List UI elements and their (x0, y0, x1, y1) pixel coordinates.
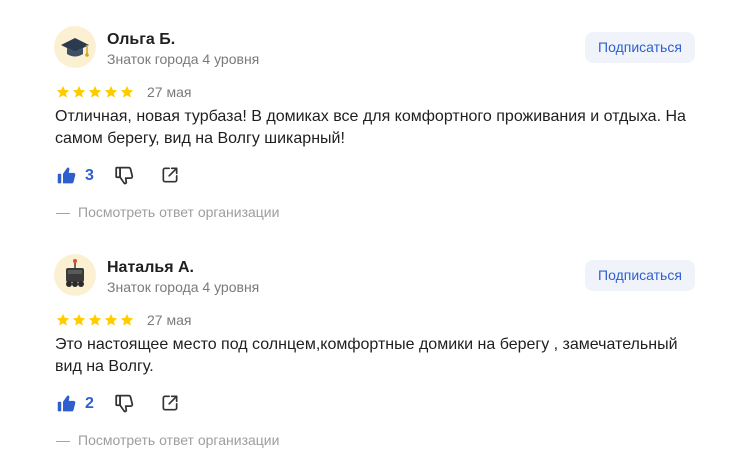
share-icon (162, 167, 178, 183)
star-icon (72, 85, 86, 98)
star-icon (56, 85, 70, 98)
org-reply-label: Посмотреть ответ организации (78, 204, 280, 220)
star-icon (120, 85, 134, 98)
star-icon (104, 313, 118, 326)
subscribe-button[interactable]: Подписаться (585, 260, 695, 291)
review-text: Отличная, новая турбаза! В домиках все д… (55, 108, 686, 147)
like-button[interactable]: 3 (56, 165, 94, 186)
review-text: Это настоящее место под солнцем,комфортн… (55, 336, 678, 375)
author-name[interactable]: Наталья А. (107, 259, 194, 277)
share-button[interactable] (160, 393, 180, 418)
dislike-button[interactable] (114, 393, 135, 419)
dislike-button[interactable] (114, 165, 135, 191)
rating-stars (56, 313, 134, 327)
delivery-robot-icon (66, 259, 84, 287)
review-date: 27 мая (147, 312, 192, 328)
review-date: 27 мая (147, 84, 192, 100)
star-icon (72, 313, 86, 326)
like-count: 3 (85, 166, 94, 184)
like-button[interactable]: 2 (56, 393, 94, 414)
star-icon (120, 313, 134, 326)
subscribe-button[interactable]: Подписаться (585, 32, 695, 63)
share-icon (162, 395, 178, 411)
thumbs-up-icon (57, 395, 76, 412)
org-reply-dash: — (56, 432, 70, 448)
author-level: Знаток города 4 уровня (107, 51, 260, 67)
thumbs-up-icon (57, 167, 76, 184)
avatar[interactable] (54, 26, 96, 68)
graduation-cap-icon (61, 38, 89, 57)
thumbs-down-icon (115, 394, 134, 413)
org-reply-label: Посмотреть ответ организации (78, 432, 280, 448)
star-icon (104, 85, 118, 98)
star-icon (88, 85, 102, 98)
thumbs-down-icon (115, 166, 134, 185)
author-name[interactable]: Ольга Б. (107, 31, 175, 49)
view-org-reply-link[interactable]: — Посмотреть ответ организации (56, 204, 279, 220)
rating-stars (56, 85, 134, 99)
author-level: Знаток города 4 уровня (107, 279, 260, 295)
org-reply-dash: — (56, 204, 70, 220)
view-org-reply-link[interactable]: — Посмотреть ответ организации (56, 432, 279, 448)
avatar[interactable] (54, 254, 96, 296)
star-icon (88, 313, 102, 326)
star-icon (56, 313, 70, 326)
share-button[interactable] (160, 165, 180, 190)
like-count: 2 (85, 394, 94, 412)
